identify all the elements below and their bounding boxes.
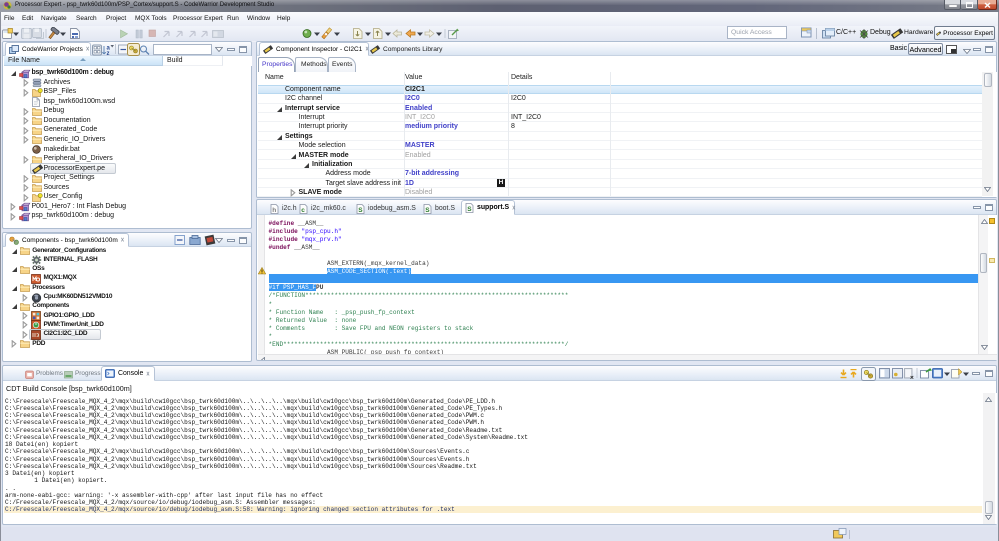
- svg-text:h: h: [272, 207, 276, 214]
- svg-text:×: ×: [910, 375, 914, 381]
- svg-text:z: z: [107, 51, 110, 56]
- svg-text:S: S: [467, 206, 472, 213]
- svg-text:S: S: [358, 207, 363, 214]
- svg-text:c: c: [301, 207, 305, 214]
- svg-text:S: S: [425, 207, 430, 214]
